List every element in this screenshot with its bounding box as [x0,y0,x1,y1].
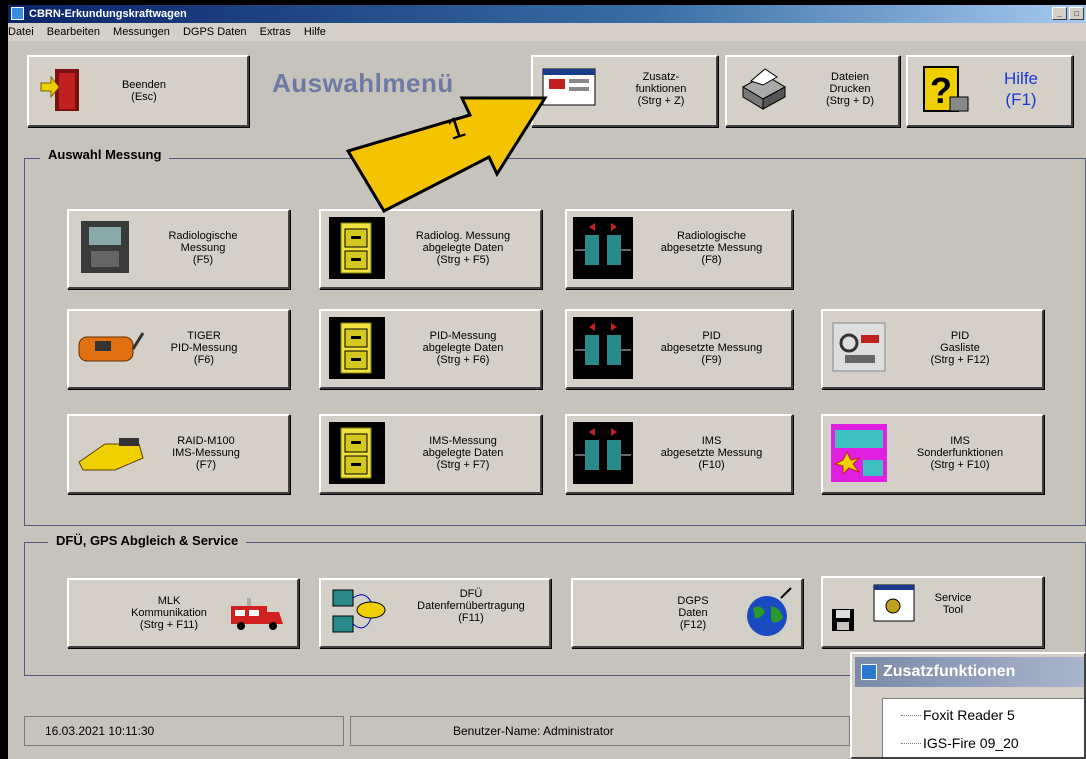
data-transfer-label: DFÜ Datenfernübertragung (F11) [417,588,525,624]
radiological-remote-measurement-button[interactable]: Radiologische abgesetzte Messung (F8) [565,209,793,289]
file-cabinet-icon [329,217,385,279]
menu-messungen[interactable]: Messungen [108,23,175,41]
radiological-saved-data-label: Radiolog. Messung abgelegte Daten (Strg … [415,230,511,266]
extra-functions-window-titlebar: Zusatzfunktionen [855,657,1084,687]
data-transfer-button[interactable]: DFÜ Datenfernübertragung (F11) [319,578,551,648]
menu-dgps-daten[interactable]: DGPS Daten [178,23,252,41]
special-functions-icon [831,424,887,482]
status-datetime-panel: 16.03.2021 10:11:30 [24,716,344,746]
raid-ims-measurement-label: RAID-M100 IMS-Messung (F7) [172,435,240,471]
globe-satellite-icon [747,587,792,636]
pid-remote-measurement-button[interactable]: PID abgesetzte Messung (F9) [565,309,793,389]
list-item[interactable]: Foxit Reader 5 [923,707,1015,723]
mlk-communication-button[interactable]: MLK Kommunikation (Strg + F11) [67,578,299,648]
service-group-title: DFÜ, GPS Abgleich & Service [48,533,247,548]
list-item[interactable]: IGS-Fire 09_20 [923,735,1019,751]
radiological-measurement-button[interactable]: Radiologische Messung (F5) [67,209,290,289]
service-tool-label: Service Tool [934,592,972,616]
status-user: Benutzer-Name: Administrator [453,724,614,738]
ims-remote-measurement-label: IMS abgesetzte Messung (F10) [660,435,763,471]
menu-datei[interactable]: Datei [8,23,39,41]
dosimeter-device-icon [81,221,129,273]
extra-functions-list: Foxit Reader 5 IGS-Fire 09_20 [882,698,1084,757]
menu-bar: Datei Bearbeiten Messungen DGPS Daten Ex… [8,23,1086,41]
status-datetime: 16.03.2021 10:11:30 [45,724,155,738]
extra-functions-window: Zusatzfunktionen Foxit Reader 5 IGS-Fire… [850,652,1086,759]
status-user-panel: Benutzer-Name: Administrator [350,716,850,746]
svg-text:?: ? [930,70,952,111]
remote-connection-icon [573,422,633,484]
ims-saved-data-button[interactable]: IMS-Messung abgelegte Daten (Strg + F7) [319,414,542,494]
fire-truck-icon [231,598,283,630]
print-files-button[interactable]: Dateien Drucken (Strg + D) [725,55,900,127]
service-tool-button[interactable]: Service Tool [821,576,1044,648]
print-files-label: Dateien Drucken (Strg + D) [826,71,874,107]
exit-button[interactable]: Beenden (Esc) [27,55,249,127]
help-label: Hilfe (F1) [1003,69,1038,109]
tiger-pid-measurement-label: TIGER PID-Messung (F6) [170,330,238,366]
network-phone-icon [332,589,386,633]
settings-window-icon [873,584,915,622]
app-icon [861,664,877,680]
radiological-measurement-label: Radiologische Messung (F5) [168,230,238,266]
extra-functions-label: Zusatz- funktionen (Strg + Z) [635,71,687,107]
pid-gas-list-label: PID Gasliste (Strg + F12) [930,330,990,366]
ims-saved-data-label: IMS-Messung abgelegte Daten (Strg + F7) [422,435,504,471]
file-cabinet-icon [329,422,385,484]
measurement-group-title: Auswahl Messung [40,147,170,162]
file-cabinet-icon [329,317,385,379]
exit-label: Beenden (Esc) [121,79,167,103]
maximize-button[interactable]: □ [1069,7,1084,20]
dgps-data-label: DGPS Daten (F12) [677,595,709,631]
printer-icon [741,68,787,110]
radiological-saved-data-button[interactable]: Radiolog. Messung abgelegte Daten (Strg … [319,209,542,289]
remote-connection-icon [573,317,633,379]
remote-connection-icon [573,217,633,279]
minimize-button[interactable]: _ [1052,7,1067,20]
raid-ims-measurement-button[interactable]: RAID-M100 IMS-Messung (F7) [67,414,290,494]
raid-device-icon [78,438,144,471]
tiger-pid-device-icon [78,332,145,362]
tiger-pid-measurement-button[interactable]: TIGER PID-Messung (F6) [67,309,290,389]
window-title: CBRN-Erkundungskraftwagen [29,8,187,20]
mlk-communication-label: MLK Kommunikation (Strg + F11) [131,595,207,631]
ims-special-functions-button[interactable]: IMS Sonderfunktionen (Strg + F10) [821,414,1044,494]
ims-remote-measurement-button[interactable]: IMS abgesetzte Messung (F10) [565,414,793,494]
pid-saved-data-label: PID-Messung abgelegte Daten (Strg + F6) [422,330,504,366]
help-button[interactable]: ? Hilfe (F1) [906,55,1073,127]
pid-remote-measurement-label: PID abgesetzte Messung (F9) [660,330,763,366]
pid-gas-list-button[interactable]: PID Gasliste (Strg + F12) [821,309,1044,389]
floppy-disk-icon [832,609,854,631]
menu-extras[interactable]: Extras [255,23,296,41]
pid-saved-data-button[interactable]: PID-Messung abgelegte Daten (Strg + F6) [319,309,542,389]
exit-door-icon [40,69,79,111]
extra-functions-window-title: Zusatzfunktionen [883,663,1016,680]
radiological-remote-measurement-label: Radiologische abgesetzte Messung (F8) [660,230,763,266]
help-icon: ? [923,66,969,112]
ims-special-functions-label: IMS Sonderfunktionen (Strg + F10) [916,435,1004,471]
tools-icon [832,322,886,372]
menu-hilfe[interactable]: Hilfe [299,23,331,41]
app-icon [11,7,24,20]
dgps-data-button[interactable]: DGPS Daten (F12) [571,578,803,648]
title-bar: CBRN-Erkundungskraftwagen _ □ [8,5,1086,23]
menu-bearbeiten[interactable]: Bearbeiten [42,23,105,41]
